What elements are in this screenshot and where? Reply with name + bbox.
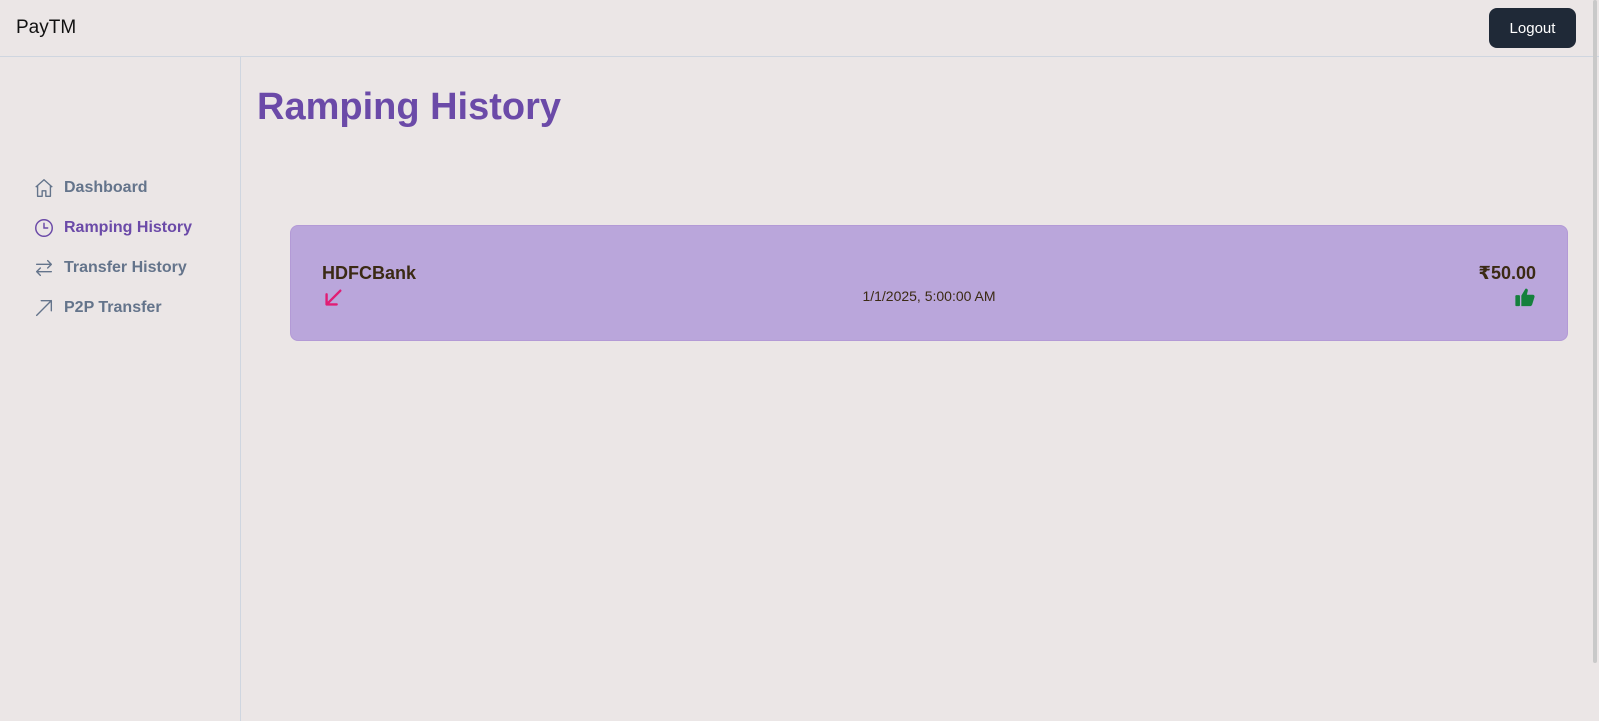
clock-icon xyxy=(32,216,56,240)
top-bar: PayTM Logout xyxy=(0,0,1599,57)
transaction-card: HDFCBank 1/1/2025, 5:00:00 AM ₹50.00 xyxy=(290,225,1568,341)
transaction-provider: HDFCBank xyxy=(322,263,417,283)
transaction-datetime: 1/1/2025, 5:00:00 AM xyxy=(862,288,996,304)
arrow-up-right-icon xyxy=(32,296,56,320)
sidebar-item-dashboard[interactable]: Dashboard xyxy=(32,175,148,201)
thumbs-up-icon xyxy=(1514,286,1536,308)
sidebar: Dashboard Ramping History Transfer Histo… xyxy=(0,57,241,721)
sidebar-item-label: P2P Transfer xyxy=(64,299,162,316)
sidebar-item-transfer-history[interactable]: Transfer History xyxy=(32,255,187,281)
scrollbar[interactable] xyxy=(1593,0,1597,663)
sidebar-item-label: Dashboard xyxy=(64,179,148,196)
home-icon xyxy=(32,176,56,200)
sidebar-item-ramping-history[interactable]: Ramping History xyxy=(32,215,192,241)
app-brand: PayTM xyxy=(16,17,77,38)
logout-button[interactable]: Logout xyxy=(1489,8,1576,48)
transaction-amount: ₹50.00 xyxy=(1478,263,1536,283)
sidebar-item-p2p-transfer[interactable]: P2P Transfer xyxy=(32,295,162,321)
transfer-arrows-icon xyxy=(32,256,56,280)
sidebar-item-label: Transfer History xyxy=(64,259,187,276)
page-title: Ramping History xyxy=(257,86,562,128)
sidebar-item-label: Ramping History xyxy=(64,219,193,236)
